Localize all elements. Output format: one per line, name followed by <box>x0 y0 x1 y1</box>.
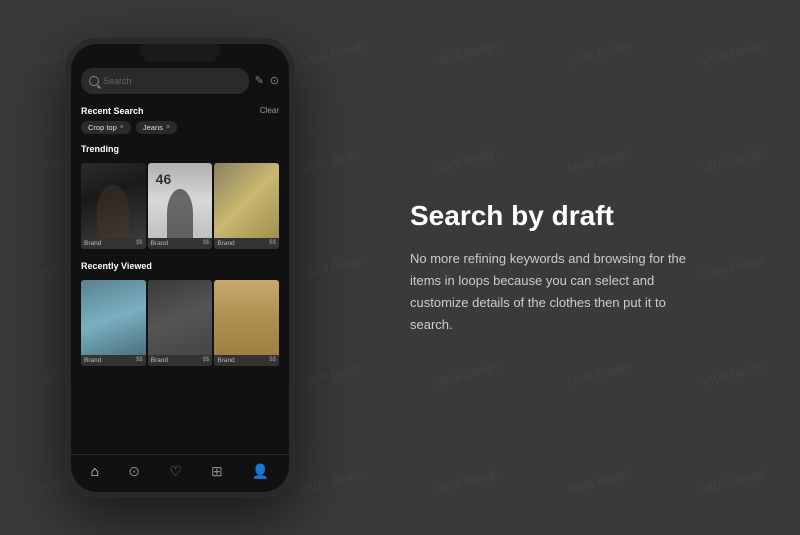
recently-viewed-header: Recently Viewed <box>81 261 279 271</box>
camera-icon[interactable]: ⊙ <box>270 74 279 87</box>
recently-viewed-title: Recently Viewed <box>81 261 152 271</box>
recent-img-2 <box>148 280 213 355</box>
brand-label: Brand <box>151 357 168 364</box>
tag-crop-top[interactable]: Crop top × <box>81 121 131 134</box>
feature-description: No more refining keywords and browsing f… <box>410 248 690 336</box>
recent-item-3[interactable]: Brand $$ <box>214 280 279 366</box>
recent-item-1[interactable]: Brand $$ <box>81 280 146 366</box>
nav-search-icon[interactable]: ⊙ <box>128 463 140 480</box>
phone-notch <box>140 44 220 62</box>
trending-title: Trending <box>81 144 119 154</box>
nav-home-icon[interactable]: ⌂ <box>91 463 99 480</box>
phone-frame: Search ✎ ⊙ Recent Search Clear Crop top … <box>65 38 295 498</box>
recent-img-3 <box>214 280 279 355</box>
recent-item-2[interactable]: Brand $$ <box>148 280 213 366</box>
main-layout: Search ✎ ⊙ Recent Search Clear Crop top … <box>0 0 800 535</box>
brand-label: Brand <box>151 240 168 247</box>
tag-label: Crop top <box>88 123 117 132</box>
recently-viewed-grid: Brand $$ Brand $$ Bran <box>71 280 289 366</box>
brand-label: Brand <box>84 357 101 364</box>
recent-tags-row: Crop top × Jeans × <box>81 121 279 134</box>
nav-cart-icon[interactable]: ⊞ <box>211 463 223 480</box>
tag-close-icon[interactable]: × <box>120 124 124 131</box>
item-label-1: Brand $$ <box>81 238 146 249</box>
trending-grid: Brand $$ Brand $$ Bran <box>71 163 289 249</box>
nav-profile-icon[interactable]: 👤 <box>252 463 269 480</box>
trending-item-1[interactable]: Brand $$ <box>81 163 146 249</box>
recent-search-header: Recent Search Clear <box>81 106 279 116</box>
phone-screen: Search ✎ ⊙ Recent Search Clear Crop top … <box>71 44 289 492</box>
trending-item-3[interactable]: Brand $$ <box>214 163 279 249</box>
phone-wrapper: Search ✎ ⊙ Recent Search Clear Crop top … <box>0 0 360 535</box>
price-label: $$ <box>203 357 210 363</box>
tag-jeans[interactable]: Jeans × <box>136 121 177 134</box>
item-label-r1: Brand $$ <box>81 355 146 366</box>
brand-label: Brand <box>84 240 101 247</box>
tag-label: Jeans <box>143 123 163 132</box>
item-label-r2: Brand $$ <box>148 355 213 366</box>
price-label: $$ <box>269 357 276 363</box>
edit-icon[interactable]: ✎ <box>255 74 264 87</box>
clear-button[interactable]: Clear <box>260 106 279 115</box>
bottom-nav: ⌂ ⊙ ♡ ⊞ 👤 <box>71 454 289 492</box>
price-label: $$ <box>136 357 143 363</box>
item-label-r3: Brand $$ <box>214 355 279 366</box>
tag-close-icon[interactable]: × <box>166 124 170 131</box>
nav-wishlist-icon[interactable]: ♡ <box>169 463 182 480</box>
brand-label: Brand <box>217 357 234 364</box>
trending-section: Trending <box>71 138 289 163</box>
item-label-2: Brand $$ <box>148 238 213 249</box>
search-icon <box>89 76 99 86</box>
trending-img-3 <box>214 163 279 238</box>
content-panel: Search by draft No more refining keyword… <box>360 159 800 377</box>
trending-img-2 <box>148 163 213 238</box>
search-bar[interactable]: Search <box>81 68 249 94</box>
search-placeholder: Search <box>103 76 132 86</box>
price-label: $$ <box>136 240 143 246</box>
recently-viewed-section: Recently Viewed <box>71 255 289 280</box>
item-label-3: Brand $$ <box>214 238 279 249</box>
price-label: $$ <box>203 240 210 246</box>
feature-title: Search by draft <box>410 199 750 233</box>
trending-item-2[interactable]: Brand $$ <box>148 163 213 249</box>
brand-label: Brand <box>217 240 234 247</box>
trending-img-1 <box>81 163 146 238</box>
price-label: $$ <box>269 240 276 246</box>
recent-img-1 <box>81 280 146 355</box>
trending-header: Trending <box>81 144 279 154</box>
recent-search-title: Recent Search <box>81 106 144 116</box>
recent-search-section: Recent Search Clear Crop top × Jeans × <box>71 100 289 138</box>
